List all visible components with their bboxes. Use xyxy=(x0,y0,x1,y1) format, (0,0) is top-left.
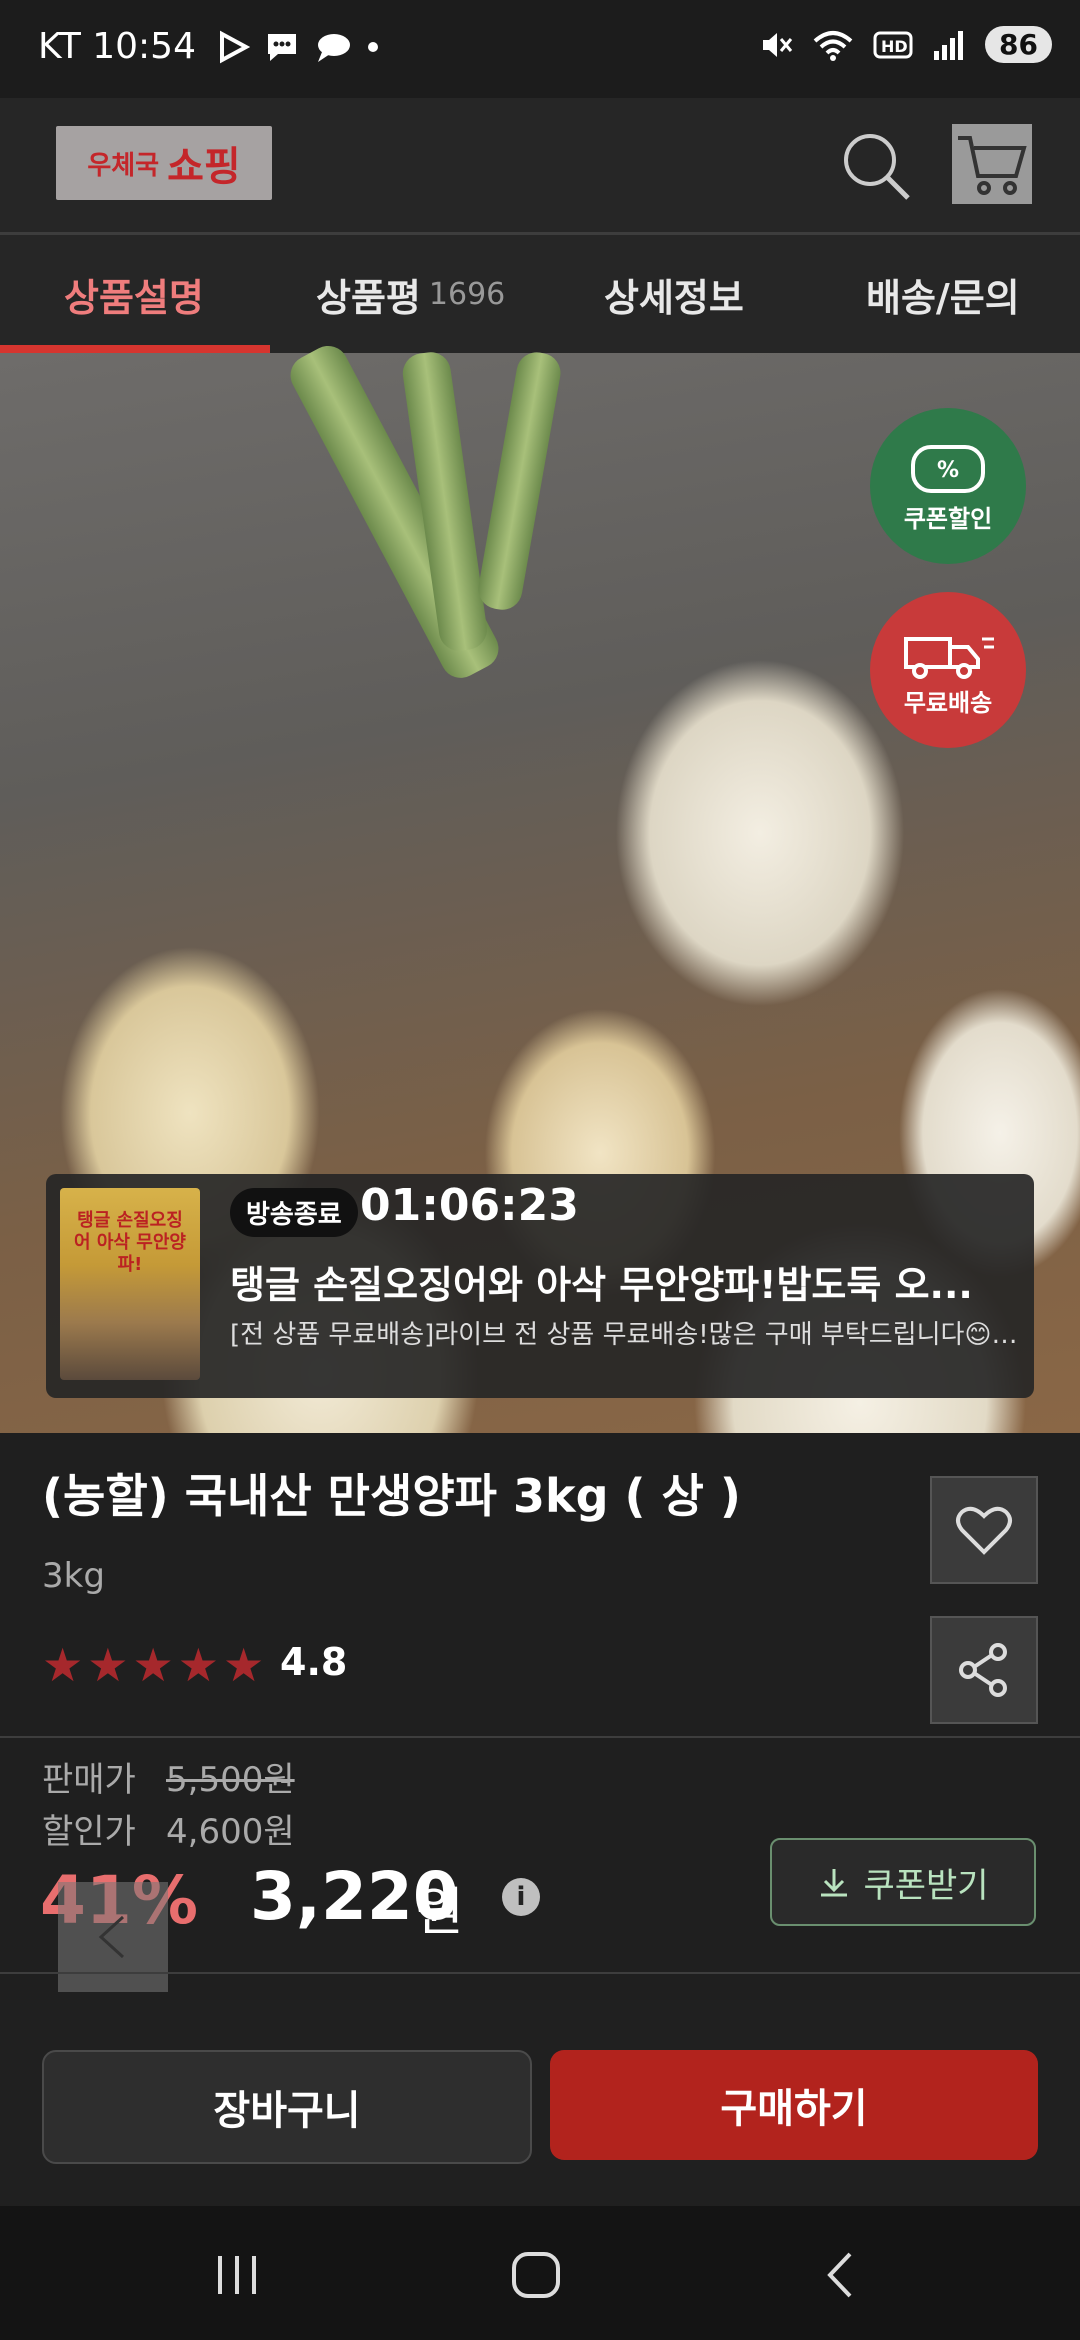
chevron-left-icon xyxy=(98,1915,125,1959)
cart-icon xyxy=(958,136,1027,195)
live-thumbnail: 탱글 손질오징어 아삭 무안양파! xyxy=(60,1188,200,1380)
product-weight: 3kg xyxy=(42,1556,105,1596)
system-navigation-bar xyxy=(0,2206,1080,2340)
coupon-discount-badge[interactable]: % 쿠폰할인 xyxy=(870,408,1026,564)
coupon-button-label: 쿠폰받기 xyxy=(863,1865,989,1906)
battery-indicator: 86 xyxy=(985,26,1052,63)
message-icon xyxy=(318,33,350,62)
onion-stem xyxy=(475,349,564,613)
coupon-icon: % xyxy=(911,444,985,493)
tab-label: 상세정보 xyxy=(604,275,744,320)
star-icon: ★ xyxy=(132,1638,174,1692)
discount-price-value: 4,600원 xyxy=(166,1812,295,1852)
wishlist-button[interactable] xyxy=(930,1476,1038,1584)
review-count: 1696 xyxy=(428,276,506,312)
price-divider xyxy=(0,1972,1080,1974)
star-icon: ★ xyxy=(177,1638,219,1692)
product-tabs: 상품설명 상품평 1696 상세정보 배송/문의 xyxy=(0,235,1080,353)
broadcast-status-badge: 방송종료 xyxy=(230,1188,358,1237)
thumbnail-text: 탱글 손질오징어 아삭 무안양파! xyxy=(74,1210,186,1275)
floating-back-button[interactable] xyxy=(58,1882,168,1992)
play-icon xyxy=(220,30,250,63)
hd-icon: HD xyxy=(873,31,913,58)
app-header: 우체국 쇼핑 xyxy=(0,98,1080,234)
sale-price-label: 판매가 xyxy=(42,1760,136,1800)
store-logo[interactable]: 우체국 쇼핑 xyxy=(56,126,272,200)
product-title: (농할) 국내산 만생양파 3kg ( 상 ) xyxy=(42,1469,741,1523)
share-icon xyxy=(959,1643,1007,1697)
search-icon xyxy=(844,134,910,200)
mute-icon xyxy=(763,32,793,57)
tab-details[interactable]: 상세정보 xyxy=(604,235,744,353)
notification-icons xyxy=(216,30,380,64)
logo-small-text: 우체국 xyxy=(87,150,160,181)
svg-text:HD: HD xyxy=(881,37,908,56)
add-to-cart-button[interactable]: 장바구니 xyxy=(42,2050,532,2164)
free-shipping-badge[interactable]: 무료배송 xyxy=(870,592,1026,748)
status-bar: KT 10:54 HD 86 xyxy=(0,0,1080,98)
dot-icon xyxy=(368,41,378,52)
live-broadcast-card[interactable]: 탱글 손질오징어 아삭 무안양파! 방송종료 01:06:23 탱글 손질오징어… xyxy=(46,1174,1034,1398)
sale-price-value: 5,500원 xyxy=(166,1760,295,1800)
broadcast-time: 01:06:23 xyxy=(360,1180,579,1231)
final-price-unit: 원 xyxy=(416,1883,464,1943)
download-icon xyxy=(821,1869,848,1897)
status-right: HD 86 xyxy=(757,26,1052,63)
home-icon[interactable] xyxy=(510,2250,562,2300)
tab-label: 상품설명 xyxy=(64,275,204,320)
tab-label: 배송/문의 xyxy=(866,275,1020,320)
active-tab-indicator xyxy=(0,345,270,353)
back-icon[interactable] xyxy=(820,2250,860,2300)
star-icon: ★ xyxy=(87,1638,129,1692)
carrier-time: KT 10:54 xyxy=(38,26,196,67)
broadcast-title: 탱글 손질오징어와 아삭 무안양파!밥도둑 오... xyxy=(230,1263,973,1307)
share-button[interactable] xyxy=(930,1616,1038,1724)
wifi-icon xyxy=(813,30,853,61)
star-icon: ★ xyxy=(223,1638,265,1692)
shipping-badge-label: 무료배송 xyxy=(903,688,993,717)
tab-label: 상품평 xyxy=(316,275,421,320)
get-coupon-button[interactable]: 쿠폰받기 xyxy=(770,1838,1036,1926)
cart-button[interactable] xyxy=(952,124,1032,204)
tab-reviews[interactable]: 상품평 1696 xyxy=(316,235,505,353)
info-divider xyxy=(0,1736,1080,1738)
truck-icon xyxy=(904,636,994,679)
discount-price-label: 할인가 xyxy=(42,1812,136,1852)
status-left: KT 10:54 xyxy=(38,26,380,67)
recent-apps-icon[interactable] xyxy=(210,2252,264,2298)
logo-big-text: 쇼핑 xyxy=(167,144,241,190)
rating-stars: ★ ★ ★ ★ ★ xyxy=(42,1640,264,1690)
rating-value: 4.8 xyxy=(280,1640,348,1684)
coupon-badge-label: 쿠폰할인 xyxy=(903,504,993,533)
tab-shipping-inquiry[interactable]: 배송/문의 xyxy=(866,235,1020,353)
star-icon: ★ xyxy=(42,1638,84,1692)
search-button[interactable] xyxy=(838,128,914,204)
heart-icon xyxy=(956,1506,1012,1555)
signal-icon xyxy=(934,30,964,60)
tab-description[interactable]: 상품설명 xyxy=(64,235,204,353)
price-info-icon[interactable]: i xyxy=(502,1878,540,1916)
broadcast-subtitle: [전 상품 무료배송]라이브 전 상품 무료배송!많은 구매 부탁드립니다😊[최… xyxy=(230,1320,1020,1350)
svg-text:%: % xyxy=(937,458,959,483)
buy-now-button[interactable]: 구매하기 xyxy=(550,2050,1038,2160)
chat-icon xyxy=(268,33,296,61)
